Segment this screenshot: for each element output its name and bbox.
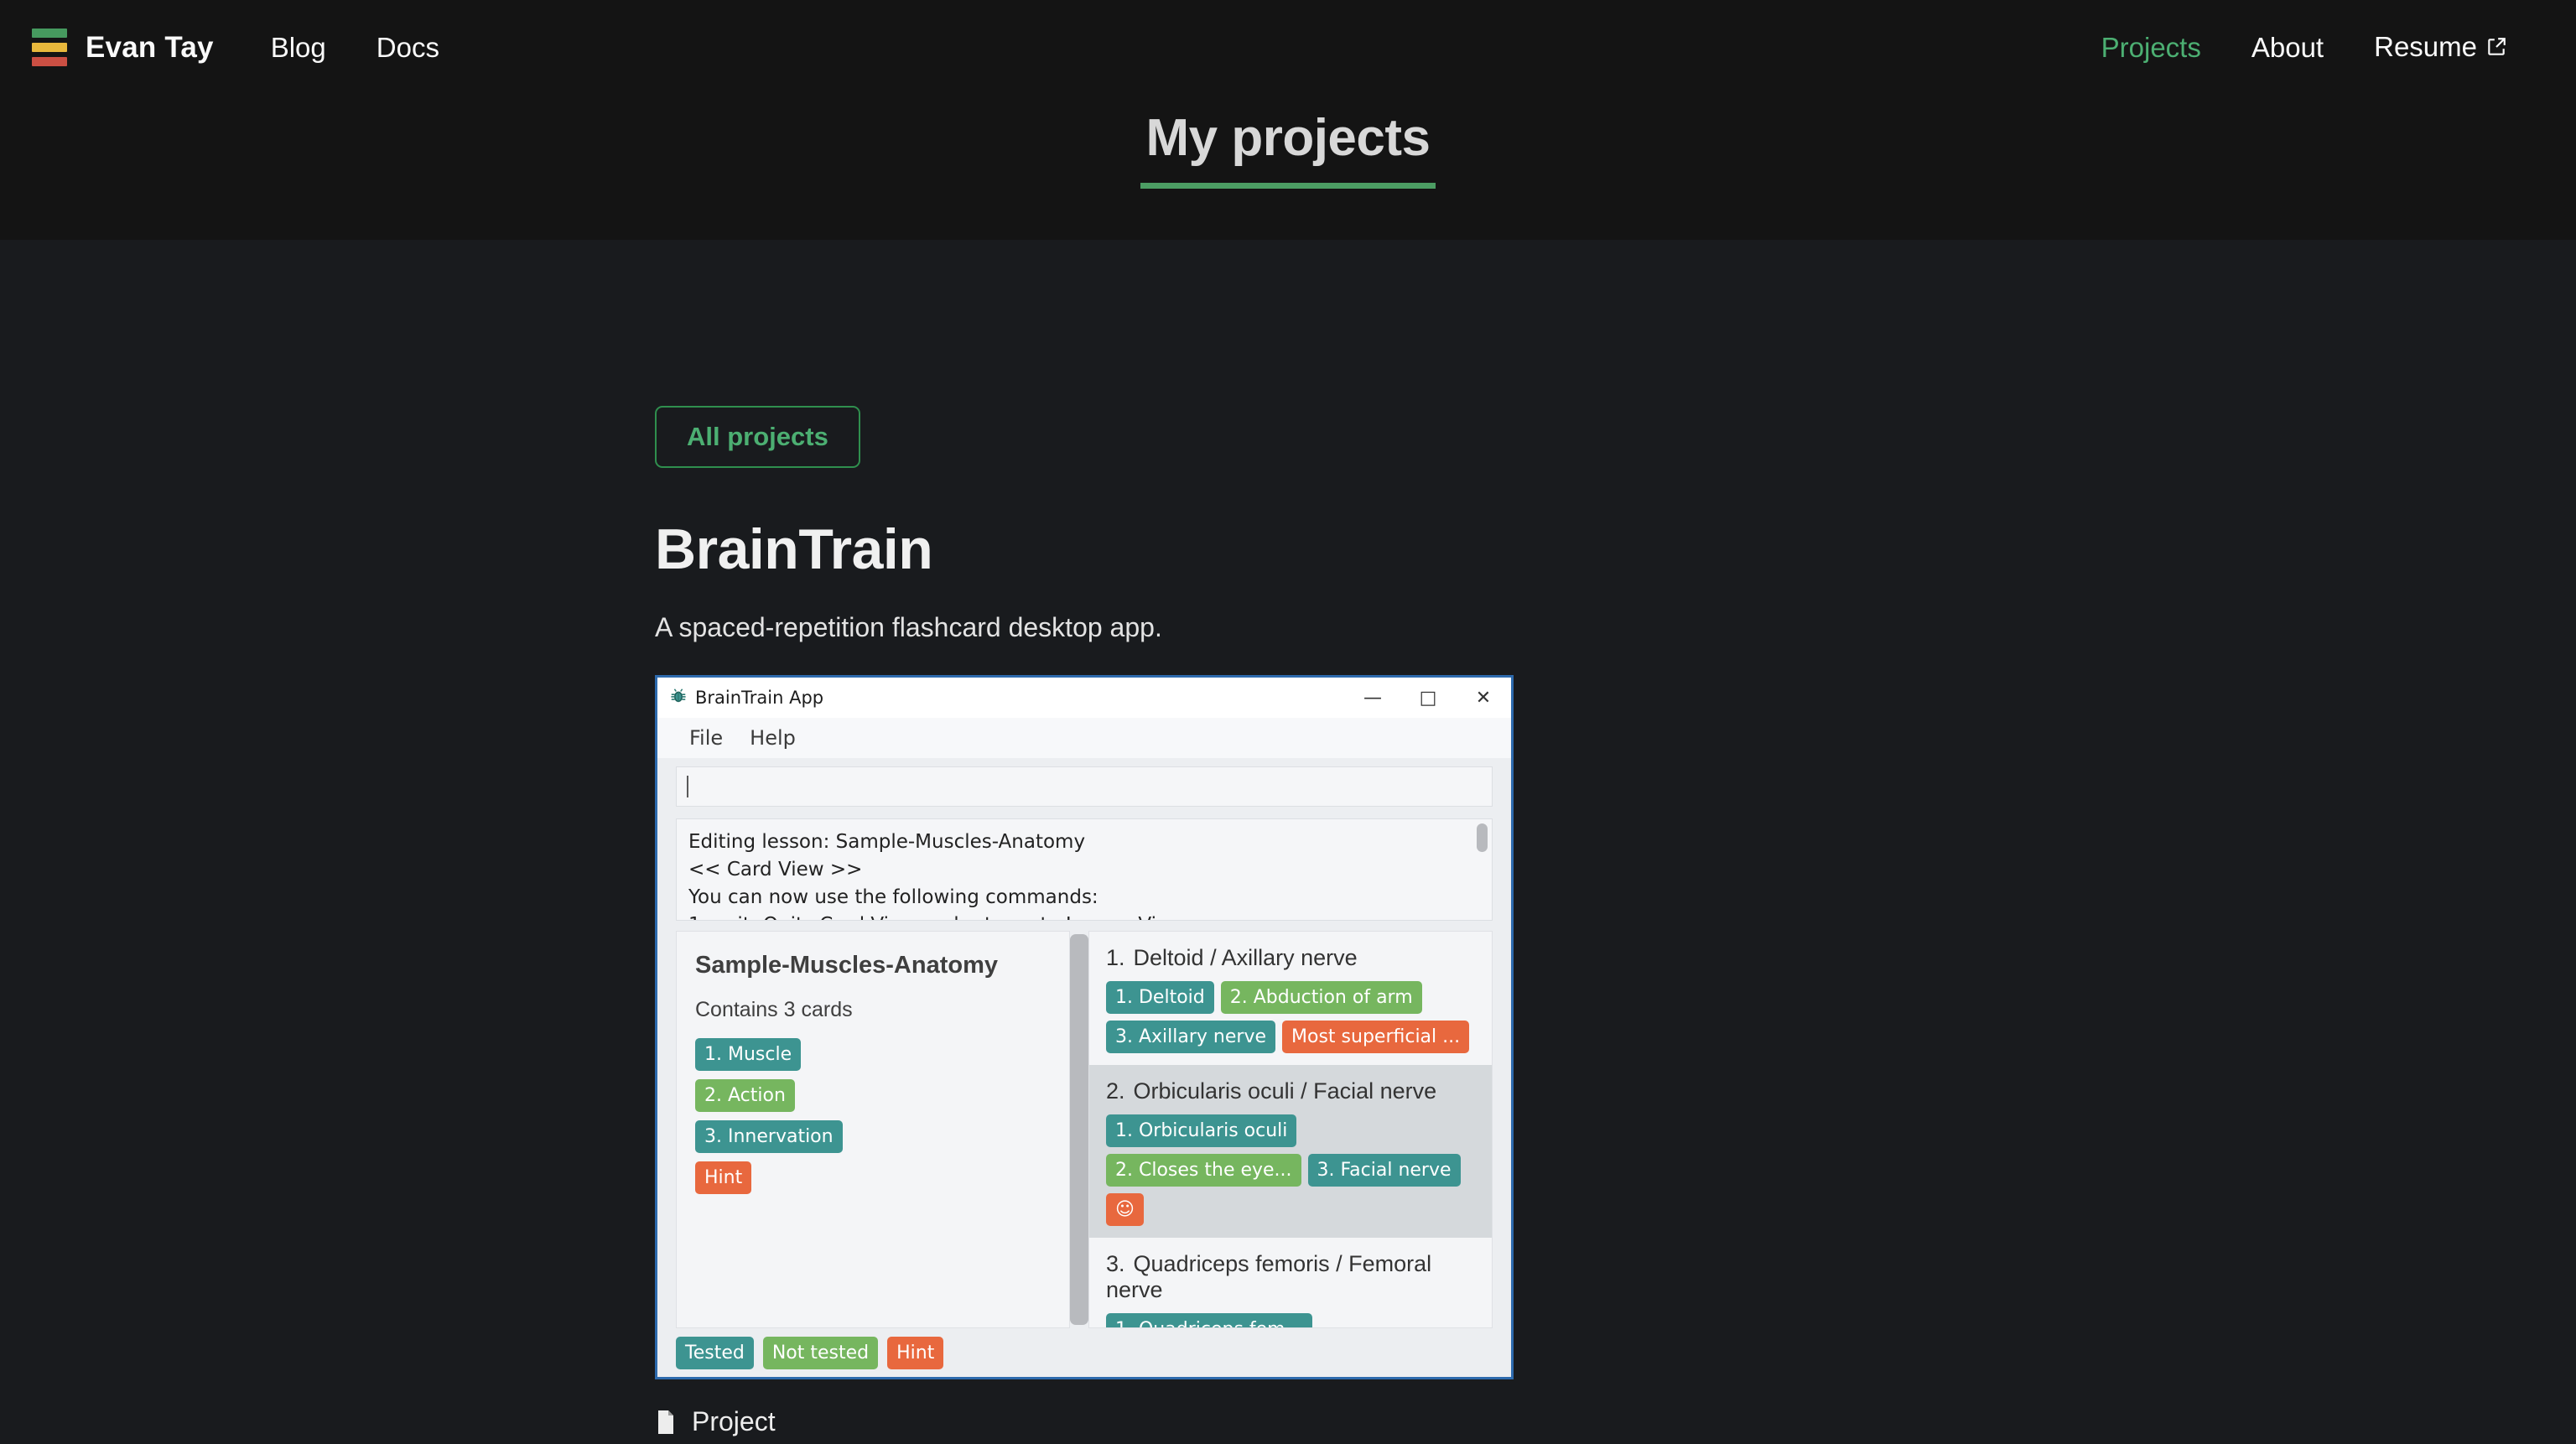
lesson-name: Sample-Muscles-Anatomy	[695, 952, 1051, 979]
legend-hint: Hint	[887, 1337, 943, 1369]
minimize-button[interactable]: —	[1345, 678, 1400, 718]
app-menubar: File Help	[657, 718, 1511, 758]
close-button[interactable]: ✕	[1456, 678, 1511, 718]
meta-row-type: Project	[655, 1406, 1514, 1437]
card-tag-list: 1. Orbicularis oculi 2. Closes the eye..…	[1106, 1114, 1475, 1226]
title-underline	[1140, 183, 1436, 189]
page-title: My projects	[1145, 108, 1430, 168]
nav-link-blog[interactable]: Blog	[246, 32, 351, 64]
lesson-field-tag: 1. Muscle	[695, 1038, 801, 1071]
bug-icon	[669, 687, 688, 709]
card-title: Orbicularis oculi / Facial nerve	[1134, 1078, 1437, 1104]
logo-bar-yellow	[32, 43, 67, 52]
card-index: 3.	[1106, 1251, 1125, 1276]
logo-bars-icon	[32, 29, 67, 66]
card-tag-list: 1. Deltoid 2. Abduction of arm 3. Axilla…	[1106, 981, 1475, 1053]
app-titlebar: BrainTrain App — □ ✕	[657, 678, 1511, 718]
text-caret	[687, 776, 688, 797]
console-output: Editing lesson: Sample-Muscles-Anatomy <…	[676, 818, 1493, 921]
console-line: 1. quit: Quits Card View and returns to …	[688, 912, 1480, 921]
menu-item-help[interactable]: Help	[736, 726, 809, 750]
card-title-row: 2. Orbicularis oculi / Facial nerve	[1106, 1078, 1475, 1104]
card-tag: 1. Quadriceps fem...	[1106, 1313, 1312, 1328]
console-line: << Card View >>	[688, 856, 1480, 884]
lesson-field-tag: 3. Innervation	[695, 1120, 843, 1153]
logo-bar-green	[32, 29, 67, 38]
card-tag: 2. Closes the eye...	[1106, 1154, 1301, 1187]
card-tag: 1. Orbicularis oculi	[1106, 1114, 1296, 1147]
lesson-panel: Sample-Muscles-Anatomy Contains 3 cards …	[676, 931, 1070, 1328]
card-index: 1.	[1106, 945, 1125, 970]
nav-links-left: Blog Docs	[246, 32, 465, 64]
card-title: Quadriceps femoris / Femoral nerve	[1106, 1251, 1431, 1302]
nav-link-projects[interactable]: Projects	[2076, 32, 2226, 64]
nav-links-right: Projects About Resume	[2076, 31, 2532, 65]
legend-tested: Tested	[676, 1337, 754, 1369]
logo-bar-red	[32, 57, 67, 66]
card-list-item-selected[interactable]: 2. Orbicularis oculi / Facial nerve 1. Or…	[1089, 1065, 1492, 1238]
card-tag: 1. Deltoid	[1106, 981, 1214, 1014]
project-title: BrainTrain	[655, 517, 1514, 582]
console-line: Editing lesson: Sample-Muscles-Anatomy	[688, 828, 1480, 856]
card-index: 2.	[1106, 1078, 1125, 1104]
project-subtitle: A spaced-repetition flashcard desktop ap…	[655, 612, 1514, 643]
card-tag-hint-smiley-icon: ☺	[1106, 1193, 1144, 1226]
meta-type-label: Project	[692, 1406, 776, 1437]
card-tag-list: 1. Quadriceps fem... 2. Extension of kne…	[1106, 1313, 1475, 1328]
all-projects-button[interactable]: All projects	[655, 406, 860, 468]
external-link-icon	[2485, 33, 2507, 65]
hero-section: My projects	[0, 95, 2576, 240]
console-scrollbar[interactable]	[1477, 823, 1488, 852]
card-list-item[interactable]: 3.Quadriceps femoris / Femoral nerve 1. …	[1089, 1238, 1492, 1328]
lesson-field-tag: 2. Action	[695, 1079, 795, 1112]
command-input-wrapper	[657, 758, 1511, 813]
lesson-field-list: 1. Muscle 2. Action 3. Innervation Hint	[695, 1038, 1051, 1194]
card-tag: 3. Axillary nerve	[1106, 1021, 1275, 1053]
panel-scrollbar-thumb[interactable]	[1070, 934, 1088, 1325]
lesson-card-count: Contains 3 cards	[695, 998, 1051, 1022]
navbar: Evan Tay Blog Docs Projects About Resume	[0, 0, 2576, 95]
card-list-item[interactable]: 1. Deltoid / Axillary nerve 1. Deltoid 2.…	[1089, 932, 1492, 1065]
document-icon	[655, 1410, 677, 1434]
legend-not-tested: Not tested	[763, 1337, 878, 1369]
app-body: Sample-Muscles-Anatomy Contains 3 cards …	[676, 931, 1493, 1328]
nav-link-resume-label: Resume	[2374, 31, 2477, 62]
command-input[interactable]	[676, 766, 1493, 807]
brand-name: Evan Tay	[86, 31, 214, 65]
brand-logo[interactable]: Evan Tay	[32, 29, 214, 66]
console-line: You can now use the following commands:	[688, 884, 1480, 912]
window-controls: — □ ✕	[1345, 678, 1511, 718]
card-list: 1. Deltoid / Axillary nerve 1. Deltoid 2.…	[1088, 931, 1493, 1328]
legend-bar: Tested Not tested Hint	[657, 1328, 1511, 1377]
nav-link-docs[interactable]: Docs	[351, 32, 465, 64]
lesson-field-tag: Hint	[695, 1161, 751, 1194]
card-title-row: 3.Quadriceps femoris / Femoral nerve	[1106, 1251, 1475, 1303]
card-title: Deltoid / Axillary nerve	[1134, 945, 1358, 970]
card-tag: 3. Facial nerve	[1308, 1154, 1461, 1187]
maximize-button[interactable]: □	[1400, 678, 1456, 718]
menu-item-file[interactable]: File	[676, 726, 736, 750]
app-title-text: BrainTrain App	[695, 688, 823, 708]
nav-link-resume[interactable]: Resume	[2349, 31, 2532, 65]
app-screenshot: BrainTrain App — □ ✕ File Help Editing l…	[655, 675, 1514, 1379]
panel-scrollbar[interactable]	[1070, 931, 1088, 1328]
nav-link-about[interactable]: About	[2226, 32, 2349, 64]
project-meta: Project March to April 2019	[655, 1406, 1514, 1444]
card-tag-hint: Most superficial ...	[1282, 1021, 1469, 1053]
main-content: All projects BrainTrain A spaced-repetit…	[0, 240, 2576, 1444]
card-title-row: 1. Deltoid / Axillary nerve	[1106, 945, 1475, 971]
card-tag: 2. Abduction of arm	[1221, 981, 1422, 1014]
